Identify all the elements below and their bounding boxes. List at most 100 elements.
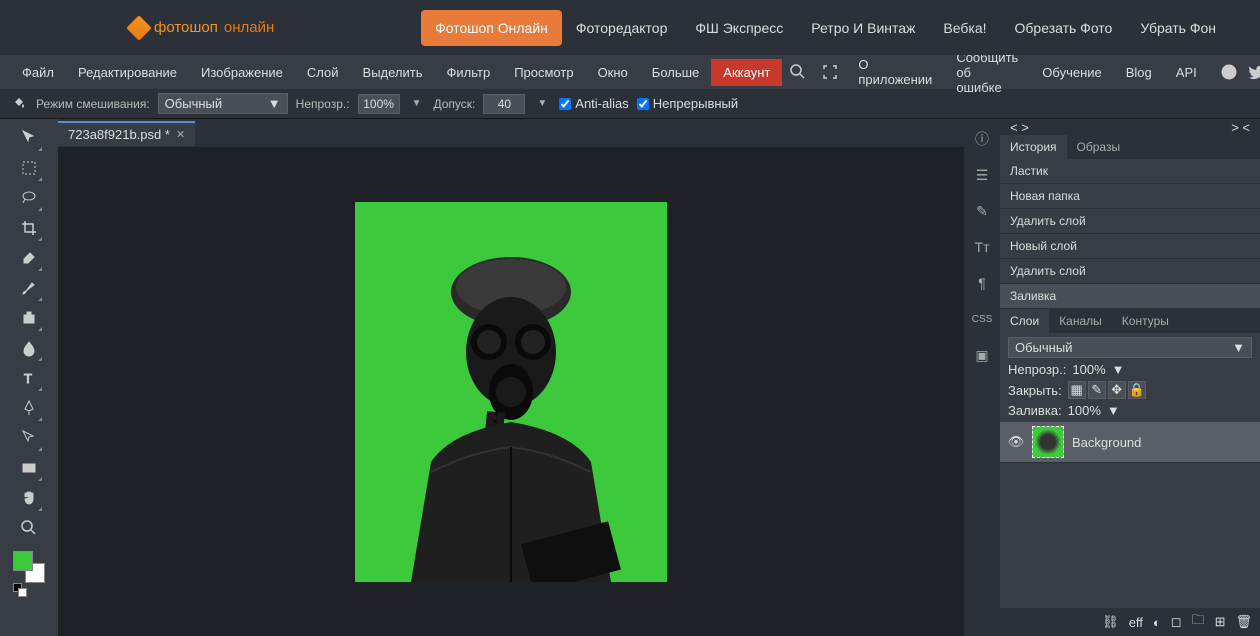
paragraph-panel-icon[interactable]: ¶ [968, 269, 996, 297]
history-item[interactable]: Новая папка [1000, 184, 1260, 209]
logo[interactable]: фотошоп онлайн [130, 19, 274, 37]
pen-tool[interactable] [15, 394, 43, 422]
search-icon[interactable] [782, 58, 814, 86]
site-header: фотошоп онлайн Фотошоп Онлайн Фоторедакт… [0, 0, 1260, 55]
menu-learn[interactable]: Обучение [1030, 59, 1113, 86]
lock-pixels-icon[interactable]: ✎ [1088, 381, 1106, 399]
default-colors-icon[interactable] [13, 583, 27, 597]
menu-edit[interactable]: Редактирование [66, 59, 189, 86]
lasso-tool[interactable] [15, 184, 43, 212]
menu-image[interactable]: Изображение [189, 59, 295, 86]
effects-button[interactable]: eff [1129, 615, 1143, 630]
hand-tool[interactable] [15, 484, 43, 512]
antialias-checkbox[interactable]: Anti-alias [559, 96, 628, 111]
comps-tab[interactable]: Образы [1067, 135, 1131, 159]
nav-express[interactable]: ФШ Экспресс [681, 10, 797, 46]
lock-all-icon[interactable]: 🔒 [1128, 381, 1146, 399]
lock-transparency-icon[interactable]: ▦ [1068, 381, 1086, 399]
layer-name[interactable]: Background [1072, 435, 1141, 450]
menu-window[interactable]: Окно [586, 59, 640, 86]
document-tab[interactable]: 723a8f921b.psd * ✕ [58, 121, 195, 146]
css-panel-icon[interactable]: CSS [968, 305, 996, 333]
layer-opacity-value[interactable]: 100% [1072, 362, 1105, 377]
layers-tab[interactable]: Слои [1000, 309, 1049, 333]
clone-tool[interactable] [15, 304, 43, 332]
chevron-down-icon[interactable]: ▼ [1112, 362, 1125, 377]
nav-retro[interactable]: Ретро И Винтаж [797, 10, 929, 46]
menu-blog[interactable]: Blog [1114, 59, 1164, 86]
new-folder-icon[interactable]: 🗀 [1192, 611, 1205, 633]
marquee-tool[interactable] [15, 154, 43, 182]
history-item[interactable]: Удалить слой [1000, 209, 1260, 234]
menu-view[interactable]: Просмотр [502, 59, 585, 86]
fill-value[interactable]: 100% [1068, 403, 1101, 418]
crop-tool[interactable] [15, 214, 43, 242]
nav-photoshop-online[interactable]: Фотошоп Онлайн [421, 10, 562, 46]
canvas[interactable] [355, 202, 667, 582]
move-tool[interactable] [15, 124, 43, 152]
image-panel-icon[interactable]: ▣ [968, 341, 996, 369]
type-panel-icon[interactable]: Tт [968, 233, 996, 261]
canvas-viewport[interactable] [58, 147, 964, 636]
menu-filter[interactable]: Фильтр [435, 59, 503, 86]
menu-api[interactable]: API [1164, 59, 1209, 86]
info-panel-icon[interactable]: ⓘ [968, 125, 996, 153]
brush-panel-icon[interactable]: ✎ [968, 197, 996, 225]
close-icon[interactable]: ✕ [176, 128, 185, 141]
visibility-icon[interactable]: 👁 [1008, 434, 1024, 450]
nav-photoeditor[interactable]: Фоторедактор [562, 10, 682, 46]
link-layers-icon[interactable]: ⛓ [1102, 614, 1119, 630]
svg-text:T: T [24, 371, 32, 386]
layer-blend-select[interactable]: Обычный▼ [1008, 337, 1252, 358]
nav-webcam[interactable]: Вебка! [929, 10, 1000, 46]
shape-tool[interactable] [15, 454, 43, 482]
delete-layer-icon[interactable]: 🗑 [1235, 614, 1252, 630]
channels-tab[interactable]: Каналы [1049, 309, 1112, 333]
history-item[interactable]: Новый слой [1000, 234, 1260, 259]
reddit-icon[interactable] [1219, 62, 1239, 82]
menu-about[interactable]: О приложении [846, 51, 944, 93]
eraser-tool[interactable] [15, 244, 43, 272]
paths-tab[interactable]: Контуры [1112, 309, 1179, 333]
layer-thumbnail[interactable] [1032, 426, 1064, 458]
tolerance-input[interactable]: 40 [483, 94, 525, 114]
foreground-color[interactable] [13, 551, 33, 571]
history-list: Ластик Новая папка Удалить слой Новый сл… [1000, 159, 1260, 309]
opacity-input[interactable]: 100% [358, 94, 400, 114]
layer-mask-icon[interactable]: ◻ [1171, 614, 1182, 630]
fullscreen-icon[interactable] [814, 58, 846, 86]
panel-icon-tabs: ⓘ ☰ ✎ Tт ¶ CSS ▣ [964, 119, 1000, 636]
panel-collapse-bar[interactable]: < > > < [1000, 119, 1260, 135]
zoom-tool[interactable] [15, 514, 43, 542]
history-tab[interactable]: История [1000, 135, 1067, 159]
options-bar: Режим смешивания: Обычный▼ Непрозр.: 100… [0, 89, 1260, 119]
brush-tool[interactable] [15, 274, 43, 302]
logo-text-1: фотошоп [154, 19, 218, 36]
menu-file[interactable]: Файл [10, 59, 66, 86]
menu-layer[interactable]: Слой [295, 59, 351, 86]
menu-account[interactable]: Аккаунт [711, 59, 782, 86]
blur-tool[interactable] [15, 334, 43, 362]
tolerance-dropdown-icon[interactable]: ▼ [533, 98, 551, 109]
path-select-tool[interactable] [15, 424, 43, 452]
menu-more[interactable]: Больше [640, 59, 712, 86]
opacity-dropdown-icon[interactable]: ▼ [408, 98, 426, 109]
history-item[interactable]: Удалить слой [1000, 259, 1260, 284]
color-swatch[interactable] [13, 551, 45, 583]
history-item[interactable]: Заливка [1000, 284, 1260, 309]
nav-removebg[interactable]: Убрать Фон [1126, 10, 1230, 46]
nav-crop[interactable]: Обрезать Фото [1001, 10, 1127, 46]
adjustment-layer-icon[interactable]: ◐ [1153, 615, 1161, 630]
menu-select[interactable]: Выделить [351, 59, 435, 86]
type-tool[interactable]: T [15, 364, 43, 392]
contiguous-checkbox[interactable]: Непрерывный [637, 96, 738, 111]
lock-position-icon[interactable]: ✥ [1108, 381, 1126, 399]
adjustments-panel-icon[interactable]: ☰ [968, 161, 996, 189]
layer-row[interactable]: 👁 Background [1000, 422, 1260, 463]
layer-opacity-label: Непрозр.: [1008, 362, 1066, 377]
chevron-down-icon[interactable]: ▼ [1107, 403, 1120, 418]
new-layer-icon[interactable]: ⊞ [1215, 614, 1226, 630]
history-item[interactable]: Ластик [1000, 159, 1260, 184]
blend-mode-select[interactable]: Обычный▼ [158, 93, 288, 114]
twitter-icon[interactable] [1247, 62, 1260, 82]
